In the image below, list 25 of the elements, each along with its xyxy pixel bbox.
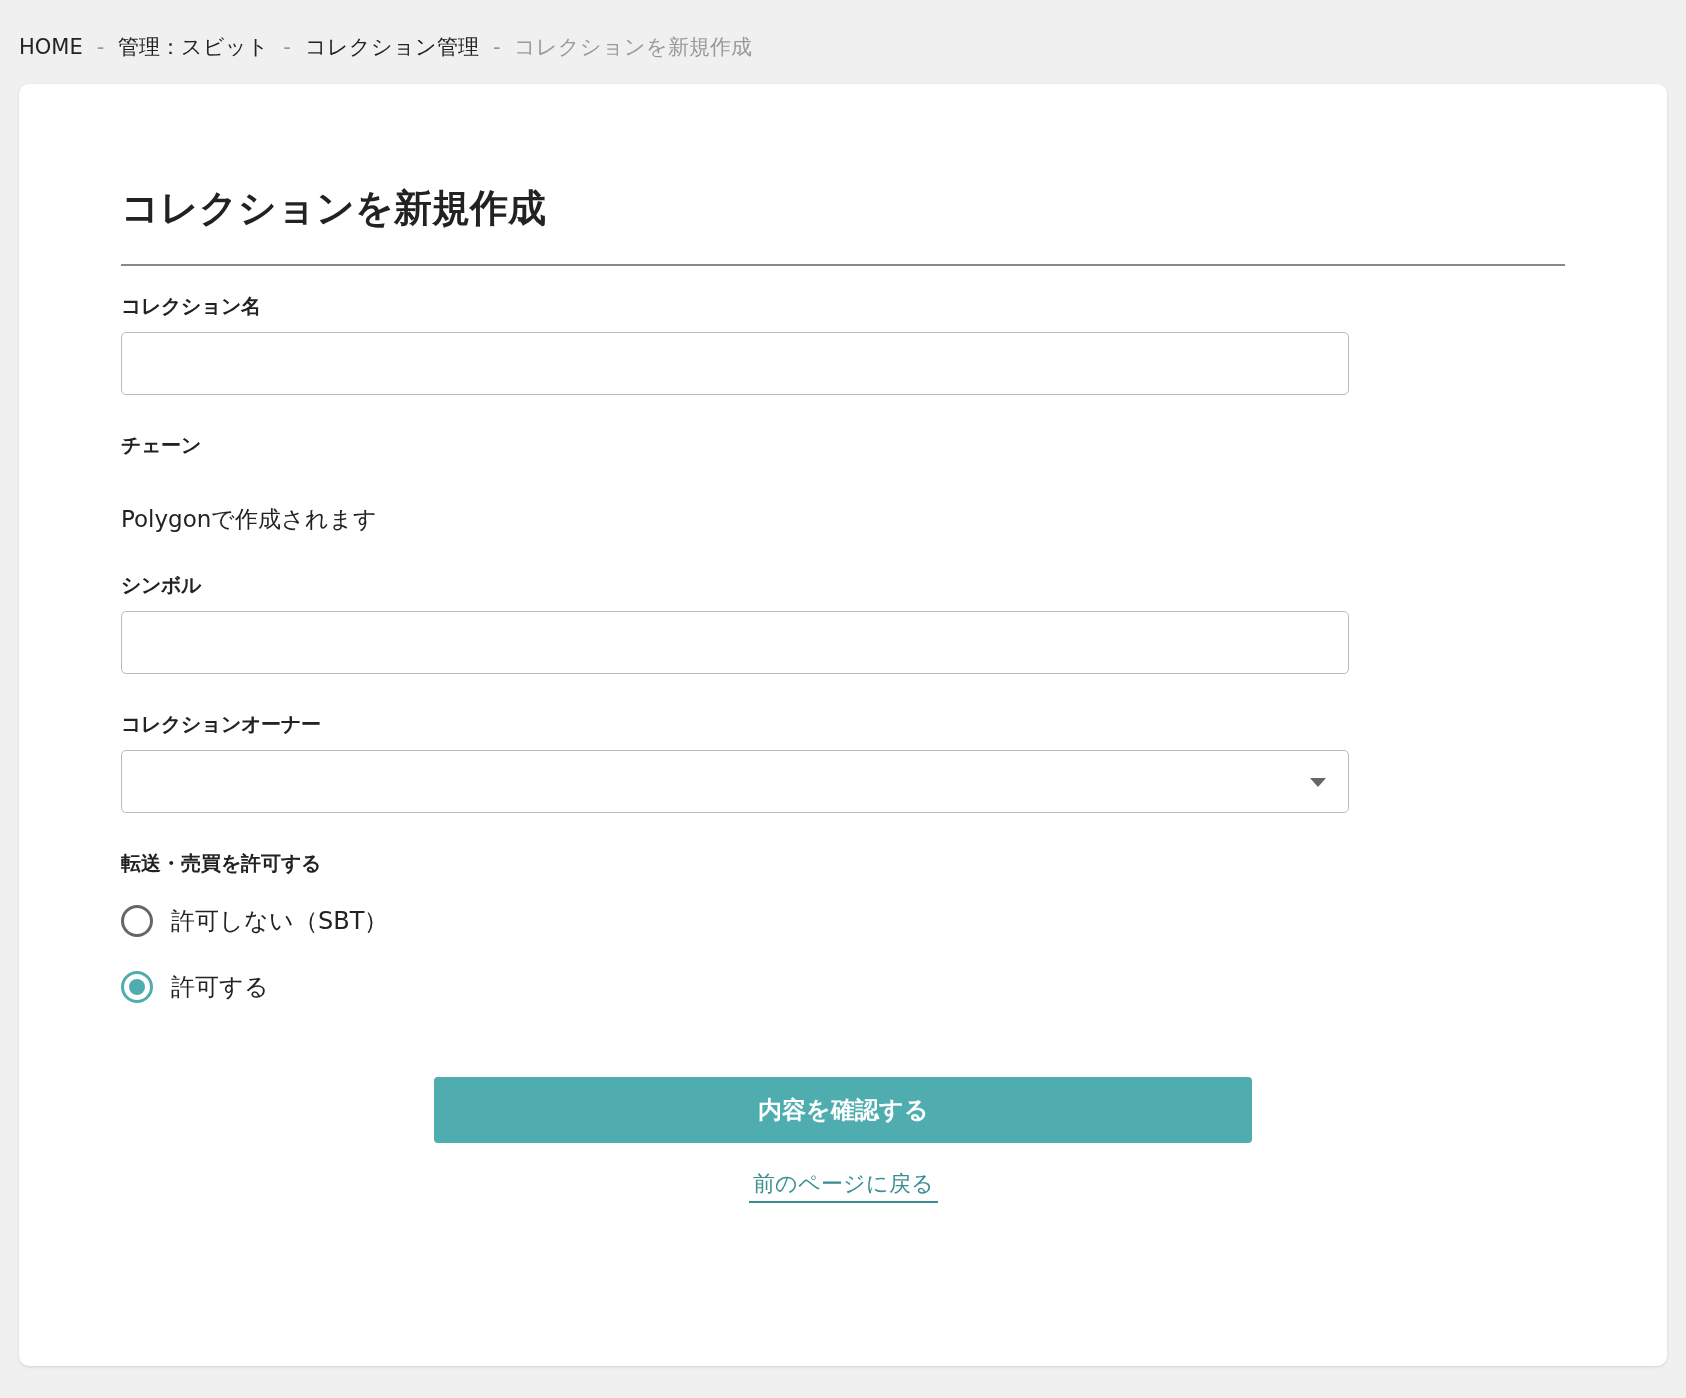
field-label: チェーン (121, 432, 201, 459)
field-label: シンボル (121, 572, 201, 599)
text-input-field[interactable] (121, 611, 1349, 674)
radio-button[interactable] (121, 971, 153, 1003)
caret-icon (1310, 778, 1326, 787)
radio-label: 許可する (171, 972, 269, 1003)
owner-dropdown[interactable] (121, 750, 1349, 813)
chain-text: Polygonで作成されます (121, 505, 378, 534)
breadcrumb-link[interactable]: 管理：スビット (118, 33, 270, 61)
field-label: 転送・売買を許可する (121, 850, 321, 877)
radio-option[interactable]: 許可する (121, 971, 1565, 1003)
radio-option[interactable]: 許可しない（SBT） (121, 905, 1565, 937)
breadcrumb-link[interactable]: HOME (19, 35, 83, 59)
radio-label: 許可しない（SBT） (171, 906, 389, 937)
back-link[interactable]: 前のページに戻る (748, 1169, 938, 1203)
page-title: コレクションを新規作成 (121, 185, 547, 232)
breadcrumb-link[interactable]: コレクション管理 (304, 33, 479, 61)
breadcrumb-current: コレクションを新規作成 (514, 34, 753, 61)
field-label: コレクションオーナー (121, 711, 321, 738)
field-label: コレクション名 (121, 293, 261, 320)
text-input-field[interactable] (121, 332, 1349, 395)
breadcrumb-separator: - (492, 35, 501, 59)
breadcrumb-separator: - (283, 35, 291, 59)
radio-button[interactable] (121, 905, 153, 937)
breadcrumb-separator: - (96, 35, 105, 59)
